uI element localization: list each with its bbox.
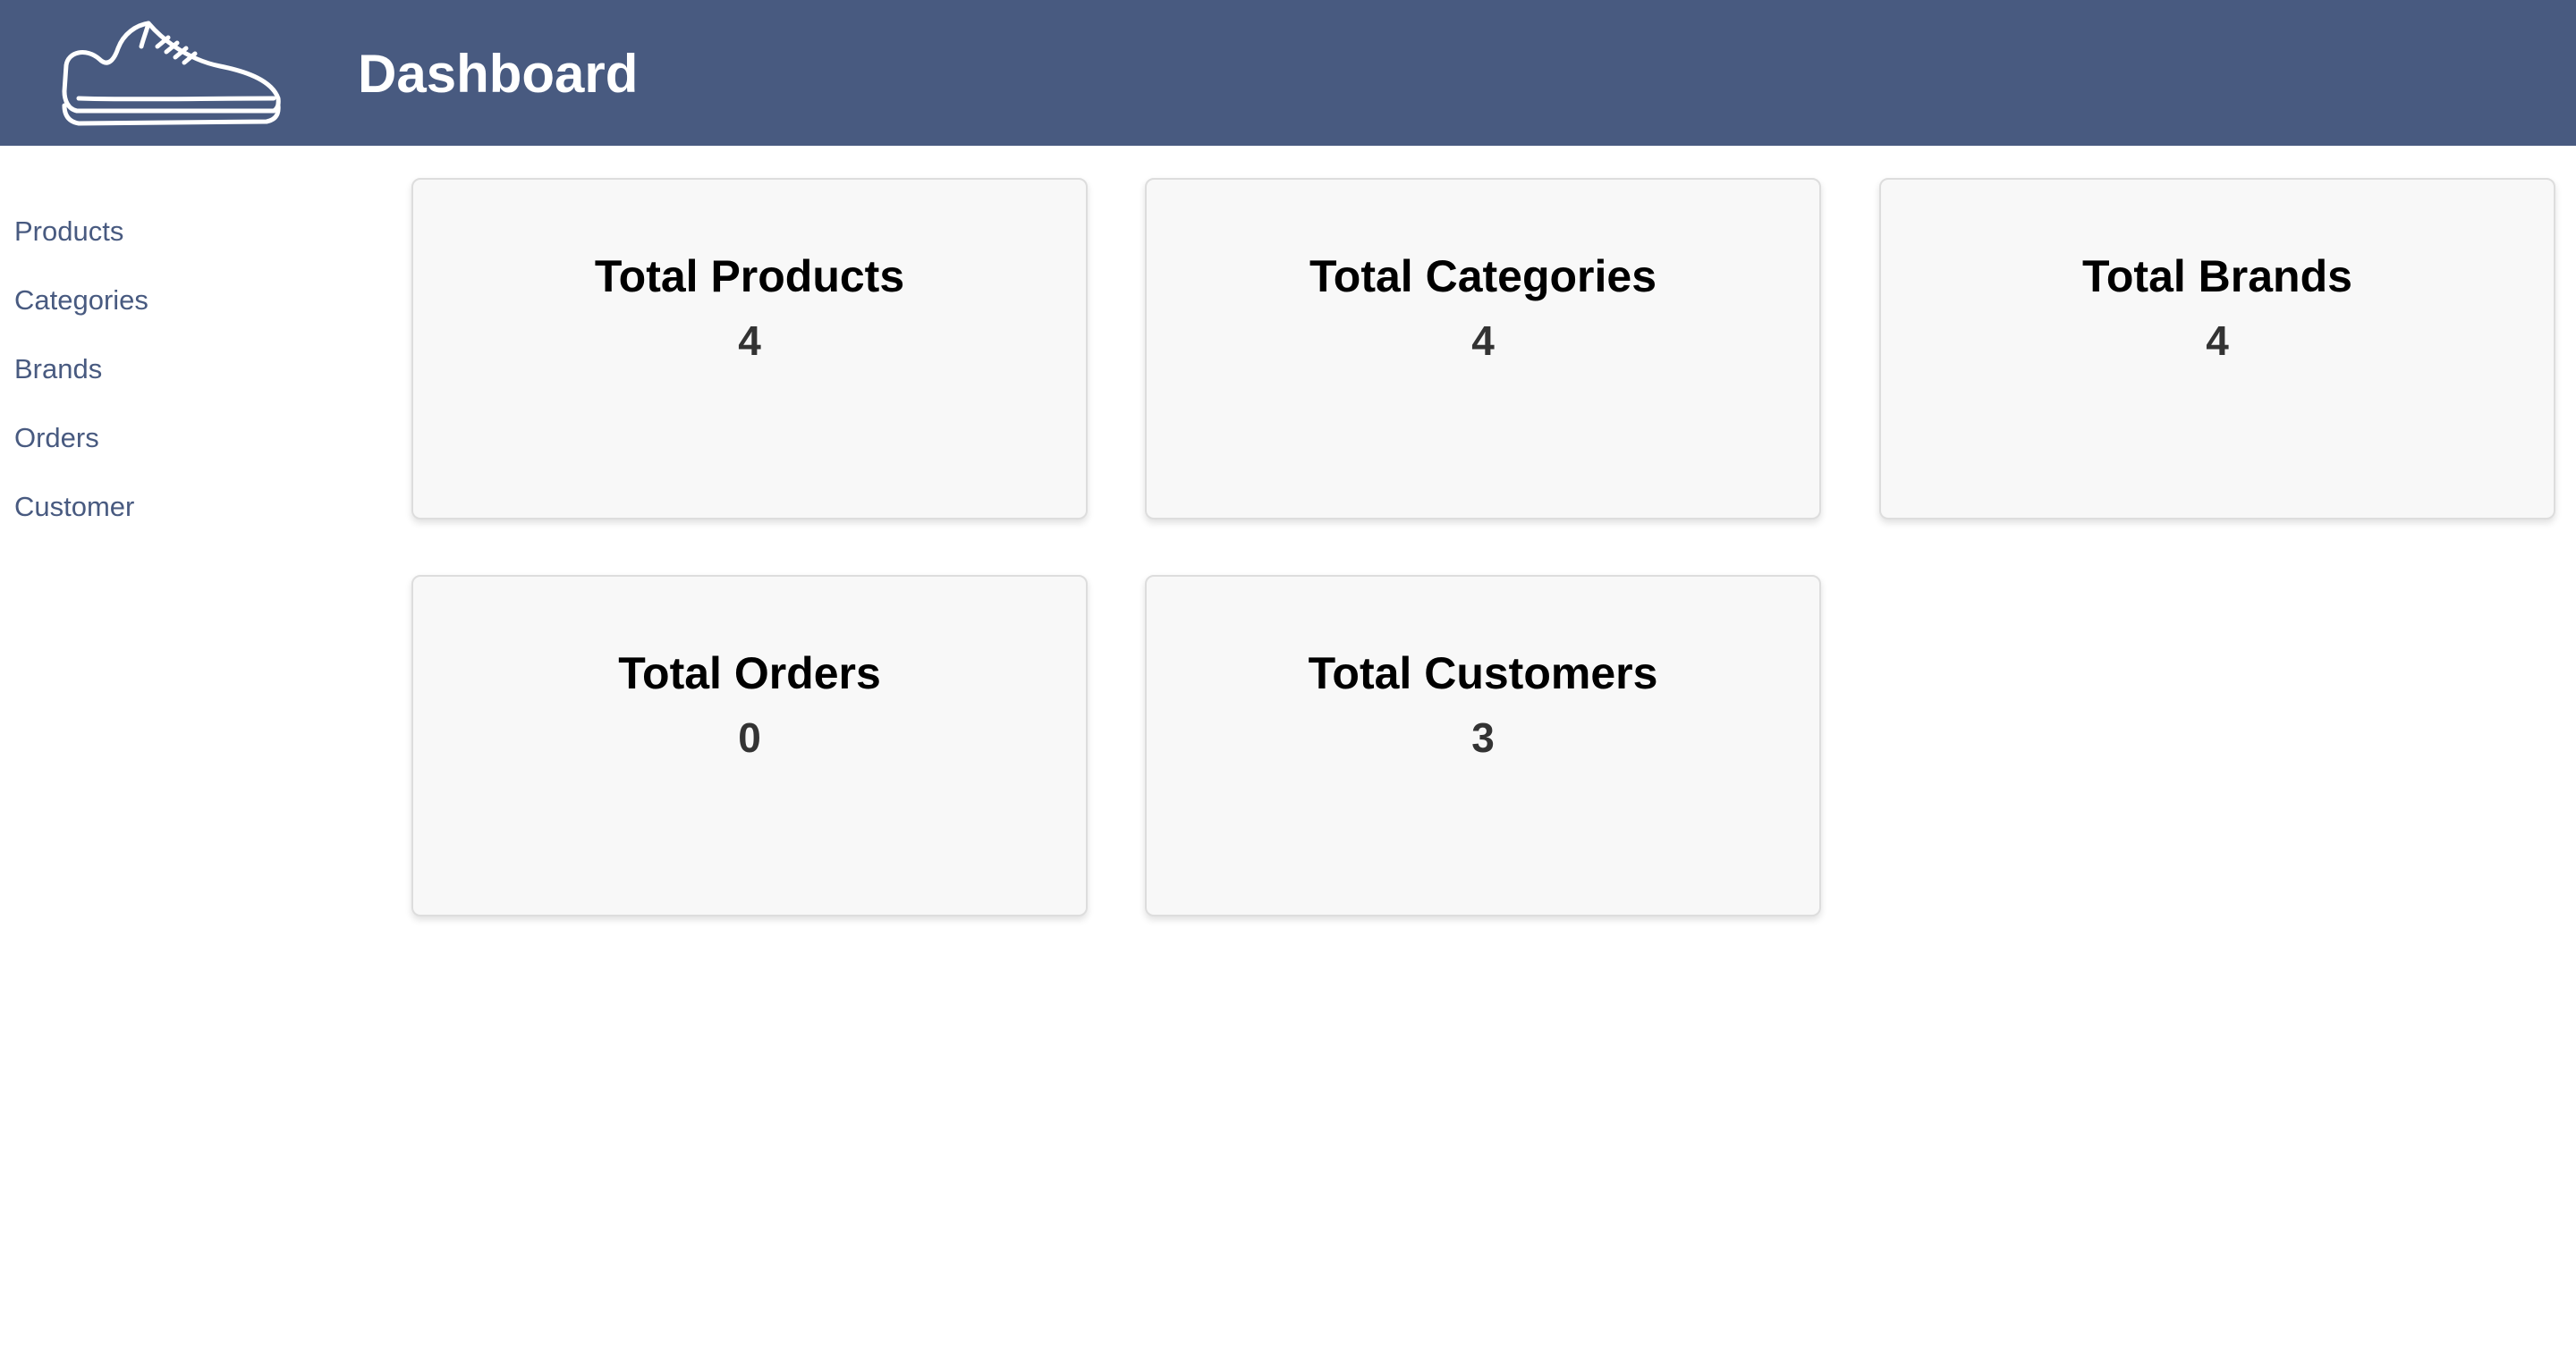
card-title: Total Orders: [618, 648, 881, 698]
sidebar-item-products[interactable]: Products: [14, 214, 123, 249]
card-total-products: Total Products 4: [411, 178, 1088, 519]
sidebar-item-categories[interactable]: Categories: [14, 283, 148, 318]
sidebar-item-customer[interactable]: Customer: [14, 489, 134, 525]
page-title: Dashboard: [358, 44, 639, 104]
card-value: 3: [1471, 714, 1495, 761]
card-title: Total Products: [594, 251, 905, 301]
card-total-customers: Total Customers 3: [1145, 575, 1821, 916]
card-value: 4: [2206, 317, 2229, 364]
card-total-orders: Total Orders 0: [411, 575, 1088, 916]
card-title: Total Categories: [1309, 251, 1657, 301]
sidebar-item-orders[interactable]: Orders: [14, 420, 99, 456]
card-total-brands: Total Brands 4: [1879, 178, 2555, 519]
top-header: Dashboard: [0, 0, 2576, 146]
card-total-categories: Total Categories 4: [1145, 178, 1821, 519]
card-title: Total Customers: [1308, 648, 1658, 698]
card-title: Total Brands: [2082, 251, 2352, 301]
card-value: 4: [1471, 317, 1495, 364]
card-value: 4: [738, 317, 761, 364]
sidebar-item-brands[interactable]: Brands: [14, 351, 102, 387]
sneaker-icon: [62, 21, 281, 126]
card-value: 0: [738, 714, 761, 761]
